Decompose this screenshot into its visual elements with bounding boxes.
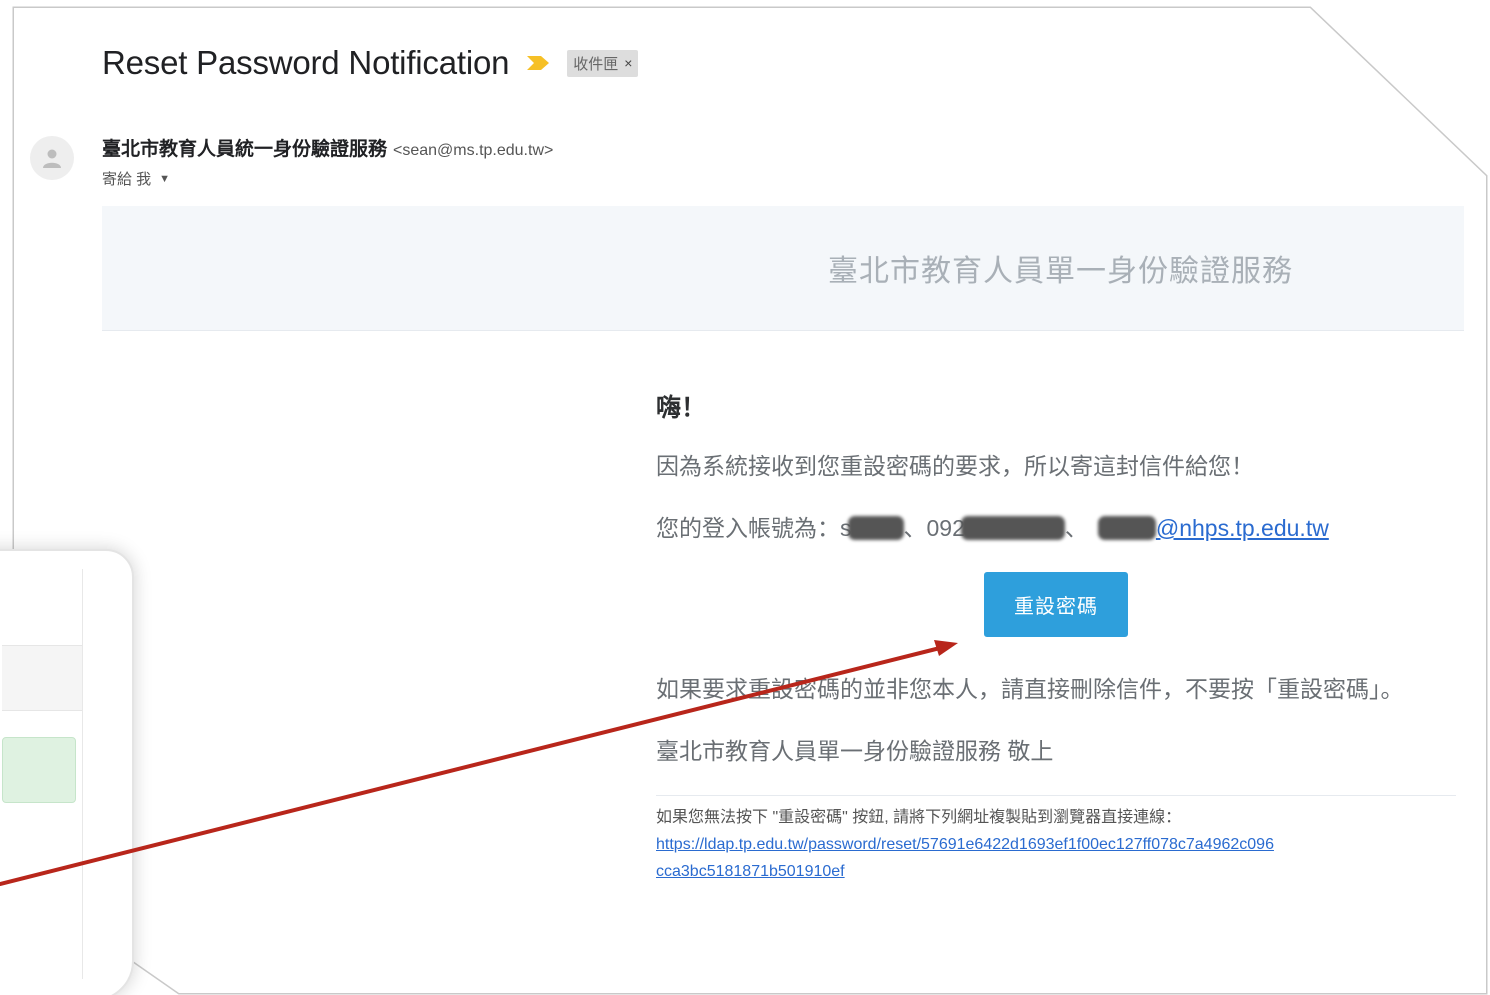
email-body: 嗨！ 因為系統接收到您重設密碼的要求，所以寄這封信件給您！ 您的登入帳號為：s … [656,388,1456,885]
greeting: 嗨！ [656,394,707,422]
inset-header-bar [2,645,82,711]
avatar[interactable] [30,136,74,180]
remove-label-icon[interactable]: × [624,55,632,71]
subject-row: Reset Password Notification 收件匣 × [102,44,639,82]
email-banner: 臺北市教育人員單一身份驗證服務 [102,206,1464,331]
recipient-details-toggle[interactable]: 寄給 我 ▼ [102,168,170,189]
account-line: 您的登入帳號為：s 、092 、 @nhps.tp.edu.tw [656,510,1456,546]
person-icon [43,149,61,168]
sender-row: 臺北市教育人員統一身份驗證服務 <sean@ms.tp.edu.tw> [102,134,553,161]
chevron-down-icon[interactable]: ▼ [159,173,170,185]
inbox-label-text: 收件匣 [573,55,619,73]
request-notice: 因為系統接收到您重設密碼的要求，所以寄這封信件給您！ [656,453,1254,479]
fallback-instructions: 如果您無法按下 "重設密碼" 按鈕, 請將下列網址複製貼到瀏覽器直接連線： [656,809,1182,826]
reset-url-link[interactable]: https://ldap.tp.edu.tw/password/reset/57… [656,831,1276,885]
redaction-block [1097,516,1156,540]
banner-title: 臺北市教育人員單一身份驗證服務 [828,255,1293,288]
account-separator: 、 [1064,515,1088,541]
sender-email: <sean@ms.tp.edu.tw> [393,142,554,159]
ignore-notice: 如果要求重設密碼的並非您本人，請直接刪除信件，不要按「重設密碼」。 [656,676,1404,702]
zoom-inset [0,549,134,995]
redaction-block [847,516,904,540]
recipient-text: 寄給 我 [102,171,152,188]
redaction-block [960,516,1065,540]
importance-marker-icon[interactable] [525,54,551,72]
account-email-link[interactable]: @nhps.tp.edu.tw [1156,510,1329,546]
button-wrap: 重設密碼 [656,572,1456,637]
email-card: Reset Password Notification 收件匣 × 臺北市教育人… [14,8,1486,993]
screenshot-stage: Reset Password Notification 收件匣 × 臺北市教育人… [0,0,1490,995]
account-prefix: 您的登入帳號為：s [656,515,852,541]
inset-page [2,569,83,979]
reset-password-button[interactable]: 重設密碼 [984,572,1128,637]
email-subject: Reset Password Notification [102,44,510,81]
sender-name[interactable]: 臺北市教育人員統一身份驗證服務 [102,134,387,161]
inbox-label-chip: 收件匣 × [567,49,639,77]
signature: 臺北市教育人員單一身份驗證服務 敬上 [656,738,1054,764]
divider [656,795,1456,796]
account-mid: 、092 [903,515,965,541]
inset-success-alert [2,737,76,803]
